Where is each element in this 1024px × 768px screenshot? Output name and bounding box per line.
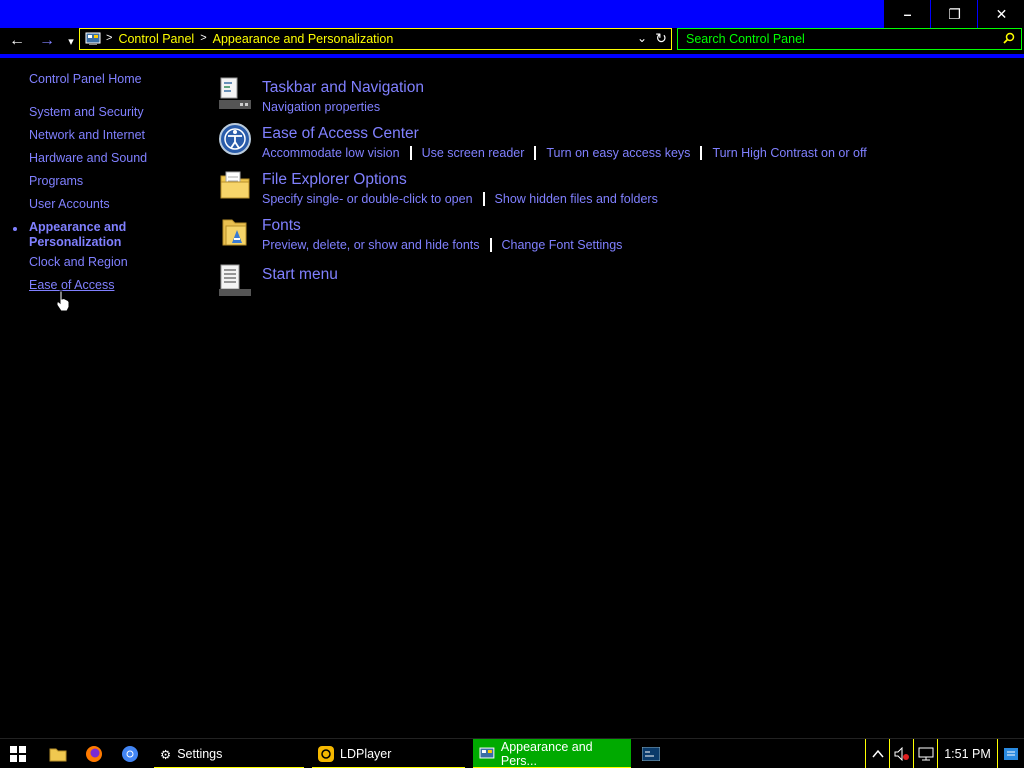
header-divider	[0, 54, 1024, 58]
item-links: Accommodate low vision Use screen reader…	[262, 146, 867, 160]
link-accommodate-low-vision[interactable]: Accommodate low vision	[262, 146, 400, 160]
link-divider	[489, 238, 492, 252]
taskbar-icon	[219, 77, 251, 109]
link-divider	[482, 192, 485, 206]
breadcrumb: > Control Panel > Appearance and Persona…	[106, 32, 393, 46]
taskbar-clock[interactable]: 1:51 PM	[937, 739, 997, 768]
link-use-screen-reader[interactable]: Use screen reader	[422, 146, 525, 160]
taskbar-app-settings[interactable]: ⚙ Settings	[154, 739, 304, 768]
recent-locations-chevron-icon[interactable]: ▾	[63, 31, 79, 51]
forward-arrow-icon[interactable]: →	[37, 31, 57, 51]
link-show-hidden-files[interactable]: Show hidden files and folders	[495, 192, 658, 206]
terminal-taskbar-icon[interactable]	[633, 739, 669, 768]
search-box[interactable]	[677, 28, 1022, 50]
ldplayer-icon	[318, 746, 334, 762]
taskbar-app-control-panel[interactable]: Appearance and Pers...	[473, 739, 631, 768]
back-arrow-icon[interactable]: ←	[7, 31, 27, 51]
nav-system-and-security[interactable]: System and Security	[29, 105, 144, 120]
item-title[interactable]: Start menu	[262, 266, 338, 284]
taskbar: ⚙ Settings LDPlayer Appearance and Pers.…	[0, 738, 1024, 768]
windows-logo-icon	[10, 746, 26, 762]
taskbar-app-label: Appearance and Pers...	[500, 740, 593, 768]
notifications-icon[interactable]	[997, 739, 1024, 768]
link-navigation-properties[interactable]: Navigation properties	[262, 100, 380, 114]
windows-start-icon[interactable]	[0, 739, 36, 768]
address-row: ← → ▾ > Control Panel > Appearance and P…	[0, 28, 1024, 54]
ease-of-access-icon	[219, 123, 251, 155]
item-title[interactable]: File Explorer Options	[262, 171, 407, 189]
active-nav-bullet	[13, 227, 17, 231]
nav-clock-and-region[interactable]: Clock and Region	[29, 255, 128, 270]
control-panel-icon	[479, 747, 495, 759]
link-easy-access-keys[interactable]: Turn on easy access keys	[546, 146, 690, 160]
breadcrumb-appearance[interactable]: Appearance and Personalization	[213, 32, 394, 46]
link-high-contrast[interactable]: Turn High Contrast on or off	[712, 146, 866, 160]
fonts-folder-icon	[222, 219, 247, 246]
address-dropdown-icon[interactable]: ⌄	[637, 31, 647, 45]
breadcrumb-separator: >	[106, 32, 113, 44]
nav-ease-of-access[interactable]: Ease of Access	[29, 278, 114, 293]
item-links: Navigation properties	[262, 100, 380, 114]
item-title[interactable]: Fonts	[262, 217, 301, 235]
window-controls: – ❐ ✕	[884, 0, 1024, 28]
taskbar-app-label: LDPlayer	[340, 747, 392, 761]
breadcrumb-separator: >	[200, 32, 207, 44]
link-single-double-click[interactable]: Specify single- or double-click to open	[262, 192, 473, 206]
search-input[interactable]	[678, 29, 988, 49]
link-divider	[700, 146, 703, 160]
volume-muted-icon[interactable]	[889, 739, 913, 768]
folder-options-icon	[220, 171, 250, 199]
control-panel-icon	[85, 32, 101, 45]
item-links: Preview, delete, or show and hide fonts …	[262, 238, 622, 252]
address-bar[interactable]: > Control Panel > Appearance and Persona…	[79, 28, 672, 50]
taskbar-app-ldplayer[interactable]: LDPlayer	[312, 739, 465, 768]
refresh-icon[interactable]: ↻	[655, 30, 667, 47]
restore-button[interactable]: ❐	[931, 0, 977, 28]
close-button[interactable]: ✕	[978, 0, 1024, 28]
nav-user-accounts[interactable]: User Accounts	[29, 197, 110, 212]
file-explorer-taskbar-icon[interactable]	[40, 739, 76, 768]
nav-programs[interactable]: Programs	[29, 174, 83, 189]
start-menu-icon	[219, 264, 251, 296]
breadcrumb-control-panel[interactable]: Control Panel	[118, 32, 194, 46]
nav-network-and-internet[interactable]: Network and Internet	[29, 128, 145, 143]
nav-control-panel-home[interactable]: Control Panel Home	[29, 72, 142, 87]
link-preview-delete-fonts[interactable]: Preview, delete, or show and hide fonts	[262, 238, 480, 252]
taskbar-app-label: Settings	[177, 747, 223, 761]
nav-hardware-and-sound[interactable]: Hardware and Sound	[29, 151, 147, 166]
show-hidden-icons-icon[interactable]	[865, 739, 889, 768]
network-icon[interactable]	[913, 739, 937, 768]
item-title[interactable]: Ease of Access Center	[262, 125, 419, 143]
nav-appearance-and-personalization[interactable]: Appearance and Personalization	[29, 220, 139, 250]
link-change-font-settings[interactable]: Change Font Settings	[502, 238, 623, 252]
search-icon[interactable]	[1003, 32, 1015, 44]
link-divider	[534, 146, 537, 160]
chrome-taskbar-icon[interactable]	[112, 739, 148, 768]
link-divider	[409, 146, 412, 160]
hand-cursor-icon	[56, 290, 70, 312]
item-title[interactable]: Taskbar and Navigation	[262, 79, 424, 97]
minimize-button[interactable]: –	[884, 0, 930, 28]
firefox-taskbar-icon[interactable]	[76, 739, 112, 768]
item-links: Specify single- or double-click to open …	[262, 192, 658, 206]
title-bar: – ❐ ✕	[0, 0, 1024, 28]
gear-icon: ⚙	[160, 747, 172, 762]
